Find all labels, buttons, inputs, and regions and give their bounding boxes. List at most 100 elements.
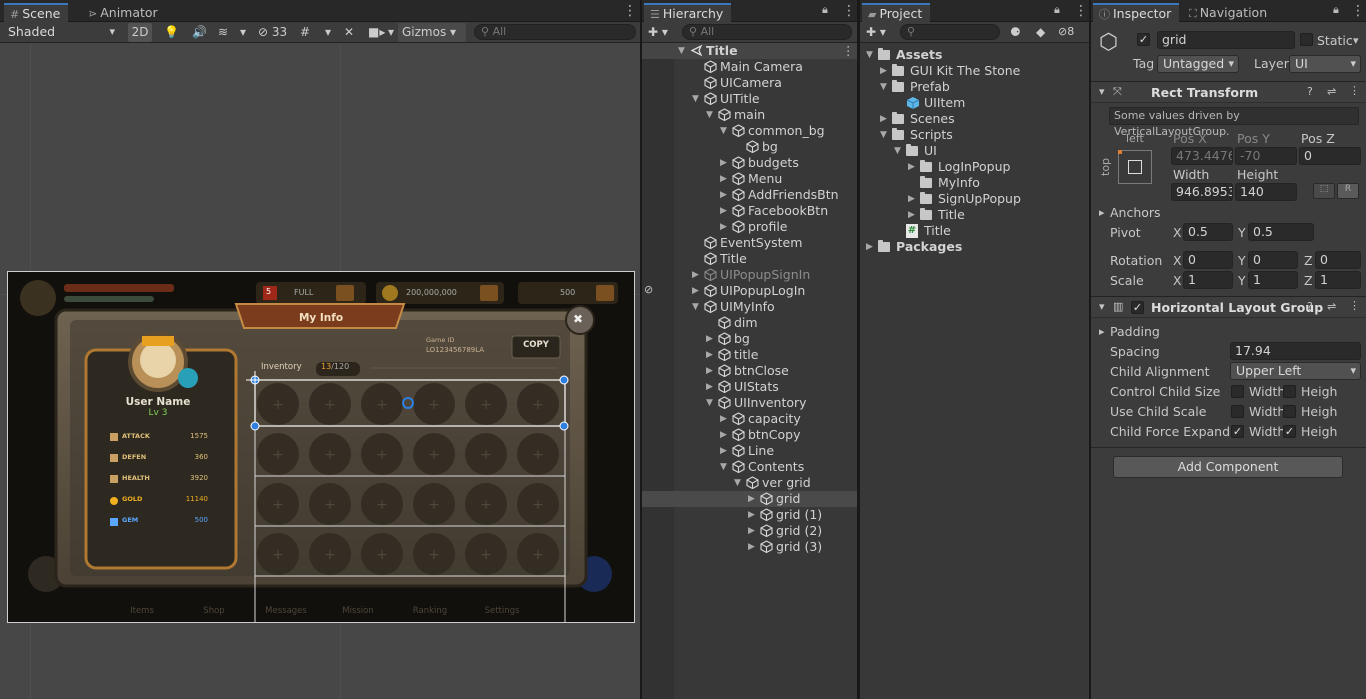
- project-item[interactable]: ▶ LogInPopup: [860, 159, 1089, 175]
- gameobject-cube-icon[interactable]: ⬡: [1099, 30, 1118, 55]
- foldout-arrow-icon[interactable]: ▶: [748, 507, 755, 523]
- tab-inspector[interactable]: ⓘ Inspector: [1093, 3, 1180, 22]
- project-item[interactable]: MyInfo: [860, 175, 1089, 191]
- hierarchy-item[interactable]: ▶ Menu: [642, 171, 857, 187]
- lock-icon[interactable]: 🔒︎: [1333, 3, 1339, 17]
- shading-mode-dropdown[interactable]: Shaded: [2, 23, 120, 41]
- hierarchy-item[interactable]: ▶ FacebookBtn: [642, 203, 857, 219]
- help-icon[interactable]: ?: [1307, 300, 1313, 313]
- active-checkbox[interactable]: ✓: [1137, 33, 1150, 46]
- project-item[interactable]: ▼ Assets: [860, 47, 1089, 63]
- foldout-arrow-icon[interactable]: ▼: [720, 459, 727, 475]
- scene-search-input[interactable]: ⚲ All: [474, 24, 636, 40]
- foldout-arrow-icon[interactable]: ▶: [706, 379, 713, 395]
- hierarchy-item[interactable]: ▶ grid: [642, 491, 857, 507]
- foldout-arrow-icon[interactable]: ▼: [706, 107, 713, 123]
- preset-icon[interactable]: ⇌: [1327, 300, 1336, 313]
- scene-menu-icon[interactable]: ⋮: [842, 43, 855, 59]
- raw-edit-button[interactable]: R: [1337, 183, 1359, 199]
- hierarchy-item[interactable]: dim: [642, 315, 857, 331]
- foldout-arrow-icon[interactable]: ▶: [748, 491, 755, 507]
- hierarchy-item[interactable]: ▶ budgets: [642, 155, 857, 171]
- foldout-arrow-icon[interactable]: ▶: [720, 443, 727, 459]
- tab-animator[interactable]: ⋗ Animator: [82, 3, 166, 22]
- hierarchy-item[interactable]: Title: [642, 251, 857, 267]
- static-checkbox[interactable]: [1300, 33, 1313, 46]
- scene-viewport[interactable]: + + + + + + + + + + + + + + + + + + + + + + + + My Info ✖ User …: [0, 43, 640, 699]
- padding-foldout-icon[interactable]: ▸: [1099, 325, 1105, 338]
- foldout-arrow-icon[interactable]: ▼: [706, 395, 713, 411]
- preset-icon[interactable]: ⇌: [1327, 85, 1336, 98]
- control-width-checkbox[interactable]: [1231, 385, 1244, 398]
- hierarchy-item[interactable]: ▶ Line: [642, 443, 857, 459]
- copy-button-label[interactable]: COPY: [512, 340, 560, 350]
- hierarchy-item[interactable]: ▶ UIStats: [642, 379, 857, 395]
- project-item[interactable]: UIItem: [860, 95, 1089, 111]
- hierarchy-item[interactable]: ▼ Title ⋮: [642, 43, 857, 59]
- hierarchy-item[interactable]: ▶ capacity: [642, 411, 857, 427]
- hierarchy-item[interactable]: ▼ UIMyInfo: [642, 299, 857, 315]
- child-alignment-dropdown[interactable]: Upper Left: [1230, 362, 1361, 380]
- foldout-arrow-icon[interactable]: ▶: [720, 155, 727, 171]
- scale-x-field[interactable]: 1: [1183, 271, 1233, 289]
- foldout-arrow-icon[interactable]: ▼: [734, 475, 741, 491]
- lock-icon[interactable]: 🔒︎: [1054, 3, 1060, 17]
- foldout-arrow-icon[interactable]: ▼: [692, 91, 699, 107]
- scale-height-checkbox[interactable]: [1283, 405, 1296, 418]
- foldout-arrow-icon[interactable]: ▶: [720, 219, 727, 235]
- foldout-arrow-icon[interactable]: ▼: [880, 79, 887, 95]
- foldout-arrow-icon[interactable]: ▶: [692, 283, 699, 299]
- audio-toggle-icon[interactable]: 🔊: [192, 23, 207, 42]
- game-canvas[interactable]: + + + + + + + + + + + + + + + + + + + + + + + + My Info ✖ User …: [7, 271, 635, 623]
- foldout-arrow-icon[interactable]: ▶: [692, 267, 699, 283]
- filter-type-icon[interactable]: ⚈: [1010, 23, 1021, 42]
- foldout-arrow-icon[interactable]: ▶: [706, 331, 713, 347]
- width-field[interactable]: 946.8953: [1171, 183, 1233, 201]
- foldout-arrow-icon[interactable]: ▶: [720, 427, 727, 443]
- camera-dropdown-icon[interactable]: ▾: [388, 23, 394, 42]
- foldout-arrow-icon[interactable]: ▶: [706, 347, 713, 363]
- foldout-arrow-icon[interactable]: ▶: [866, 239, 873, 255]
- more-menu-icon[interactable]: ⋮: [1074, 3, 1088, 19]
- more-menu-icon[interactable]: ⋮: [842, 3, 856, 19]
- pivot-x-field[interactable]: 0.5: [1183, 223, 1233, 241]
- tab-navigation[interactable]: ⛶ Navigation: [1183, 3, 1275, 22]
- nav-item[interactable]: Messages: [256, 606, 316, 616]
- foldout-arrow-icon[interactable]: ▶: [748, 539, 755, 555]
- more-menu-icon[interactable]: ⋮: [623, 3, 637, 19]
- 2d-toggle-button[interactable]: 2D: [128, 23, 152, 42]
- hierarchy-item[interactable]: ▶ UIPopupLogIn: [642, 283, 857, 299]
- foldout-arrow-icon[interactable]: ▶: [908, 207, 915, 223]
- hierarchy-item[interactable]: ▶ profile: [642, 219, 857, 235]
- tools-icon[interactable]: ✕: [344, 23, 354, 42]
- hierarchy-item[interactable]: Main Camera: [642, 59, 857, 75]
- component-menu-icon[interactable]: ⋮: [1349, 299, 1360, 312]
- foldout-arrow-icon[interactable]: ▶: [880, 111, 887, 127]
- object-name-field[interactable]: grid: [1157, 31, 1295, 49]
- hierarchy-item[interactable]: ▶ AddFriendsBtn: [642, 187, 857, 203]
- rect-transform-header[interactable]: ▾ ⤧ Rect Transform ? ⇌ ⋮: [1091, 81, 1366, 103]
- foldout-arrow-icon[interactable]: ▶: [908, 191, 915, 207]
- hierarchy-item[interactable]: ▶ grid (1): [642, 507, 857, 523]
- hierarchy-item[interactable]: ▼ main: [642, 107, 857, 123]
- hierarchy-item[interactable]: bg: [642, 139, 857, 155]
- foldout-arrow-icon[interactable]: ▶: [720, 187, 727, 203]
- static-dropdown-icon[interactable]: ▾: [1353, 34, 1359, 47]
- pos-x-field[interactable]: 473.4476: [1171, 147, 1233, 165]
- nav-item[interactable]: Shop: [184, 606, 244, 616]
- scale-y-field[interactable]: 1: [1248, 271, 1298, 289]
- component-menu-icon[interactable]: ⋮: [1349, 84, 1360, 97]
- hierarchy-search-input[interactable]: ⚲ All: [682, 24, 852, 40]
- filter-label-icon[interactable]: ◆: [1036, 23, 1045, 42]
- game-close-icon[interactable]: ✖: [573, 312, 583, 326]
- foldout-arrow-icon[interactable]: ▶: [748, 523, 755, 539]
- project-item[interactable]: ▼ UI: [860, 143, 1089, 159]
- height-field[interactable]: 140: [1235, 183, 1297, 201]
- foldout-arrow-icon[interactable]: ▶: [720, 411, 727, 427]
- create-button[interactable]: ✚ ▾: [866, 23, 886, 42]
- gizmos-dropdown[interactable]: Gizmos ▾: [398, 23, 466, 42]
- control-height-checkbox[interactable]: [1283, 385, 1296, 398]
- nav-item[interactable]: Items: [112, 606, 172, 616]
- tab-hierarchy[interactable]: ☰ Hierarchy: [644, 3, 732, 22]
- grid-dropdown-icon[interactable]: ▾: [325, 23, 331, 42]
